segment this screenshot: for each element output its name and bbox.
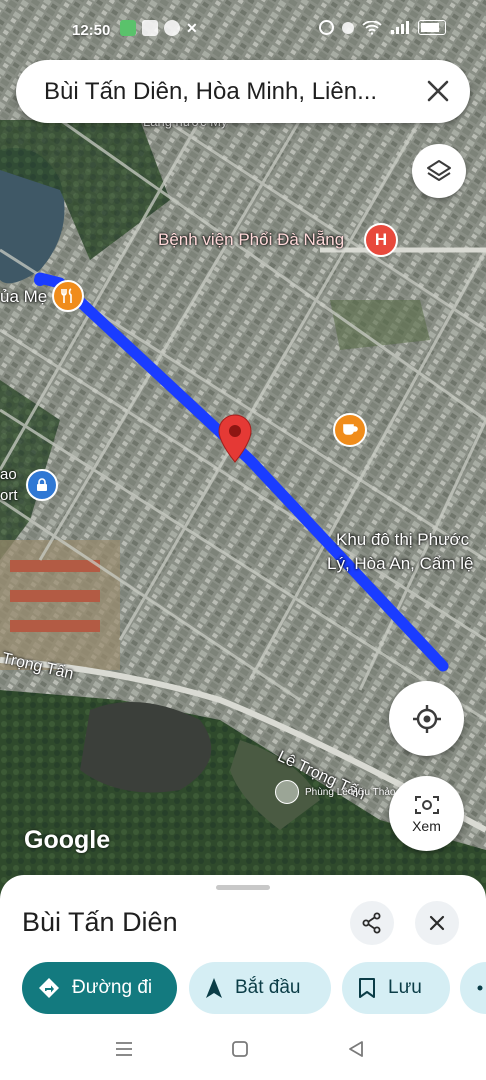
map-view[interactable]: Làng nước Mỹ Bệnh viện Phổi Đà Nẵng H ủa…: [0, 0, 486, 900]
recent-apps-icon[interactable]: [114, 1040, 134, 1058]
facebook-icon: [164, 20, 180, 36]
share-icon: [362, 912, 381, 934]
battery-icon: [418, 20, 446, 35]
crosshair-icon: [412, 704, 441, 733]
cafe-icon[interactable]: [333, 413, 367, 447]
street-view-label: Xem: [412, 817, 441, 834]
search-bar[interactable]: Bùi Tấn Diên, Hòa Minh, Liên...: [16, 60, 470, 123]
back-icon[interactable]: [347, 1040, 365, 1058]
app-notification-icon: [142, 20, 158, 36]
wifi-icon: [362, 20, 382, 35]
camera-scan-icon: [414, 795, 439, 814]
layers-button[interactable]: [412, 144, 466, 198]
alarm-icon: [319, 20, 334, 35]
google-logo: Google: [24, 826, 111, 854]
signal-icon: [391, 20, 409, 34]
location-pin-icon[interactable]: [218, 414, 252, 464]
start-navigation-button[interactable]: Bắt đầu: [189, 962, 331, 1014]
area-label-line1: Khu đô thị Phước: [336, 530, 470, 549]
navigation-arrow-icon: [206, 978, 222, 998]
system-navigation-bar: [0, 1020, 486, 1080]
x-icon: ✕: [186, 20, 198, 36]
share-partial-icon: [477, 985, 483, 991]
restaurant-icon[interactable]: [52, 280, 84, 312]
save-label: Lưu: [388, 977, 422, 998]
area-label-line2: Lý, Hòa An, Cẩm lệ: [327, 554, 474, 573]
directions-label: Đường đi: [72, 977, 153, 998]
photo-thumbnail: [275, 780, 299, 804]
home-icon[interactable]: [231, 1040, 249, 1058]
close-sheet-button[interactable]: [415, 901, 459, 945]
poi-partial-label-1: ao: [0, 466, 17, 483]
hospital-icon[interactable]: H: [364, 223, 398, 257]
layers-icon: [427, 160, 451, 181]
lock-poi-icon[interactable]: [26, 469, 58, 501]
notification-icons: ✕: [120, 20, 198, 37]
directions-icon: [39, 978, 59, 998]
hospital-label[interactable]: Bệnh viện Phổi Đà Nẵng: [158, 230, 344, 250]
share-button[interactable]: [350, 901, 394, 945]
system-icons: [319, 20, 446, 35]
save-button[interactable]: Lưu: [342, 962, 450, 1014]
search-query[interactable]: Bùi Tấn Diên, Hòa Minh, Liên...: [44, 78, 404, 106]
place-title: Bùi Tấn Diên: [22, 907, 178, 937]
street-view-button[interactable]: Xem: [389, 776, 464, 851]
photo-attribution[interactable]: Phùng Lê Hữu Thảo: [275, 780, 395, 804]
close-icon: [429, 915, 445, 931]
status-bar: 12:50 ✕: [0, 0, 486, 56]
location-status-icon: [342, 21, 354, 34]
action-chips: Đường đi Bắt đầu Lưu: [22, 962, 486, 1014]
start-label: Bắt đầu: [235, 977, 301, 998]
poi-partial-label-2: ort: [0, 487, 18, 504]
photo-credit: Phùng Lê Hữu Thảo: [305, 786, 396, 798]
status-time: 12:50: [72, 22, 111, 39]
more-actions-chip[interactable]: [460, 962, 486, 1014]
drag-handle[interactable]: [216, 885, 270, 890]
my-location-button[interactable]: [389, 681, 464, 756]
restaurant-label[interactable]: ủa Mẹ: [0, 287, 47, 307]
clear-search-icon[interactable]: [424, 77, 452, 105]
chat-app-icon: [120, 20, 136, 36]
directions-button[interactable]: Đường đi: [22, 962, 177, 1014]
bookmark-icon: [359, 978, 375, 998]
